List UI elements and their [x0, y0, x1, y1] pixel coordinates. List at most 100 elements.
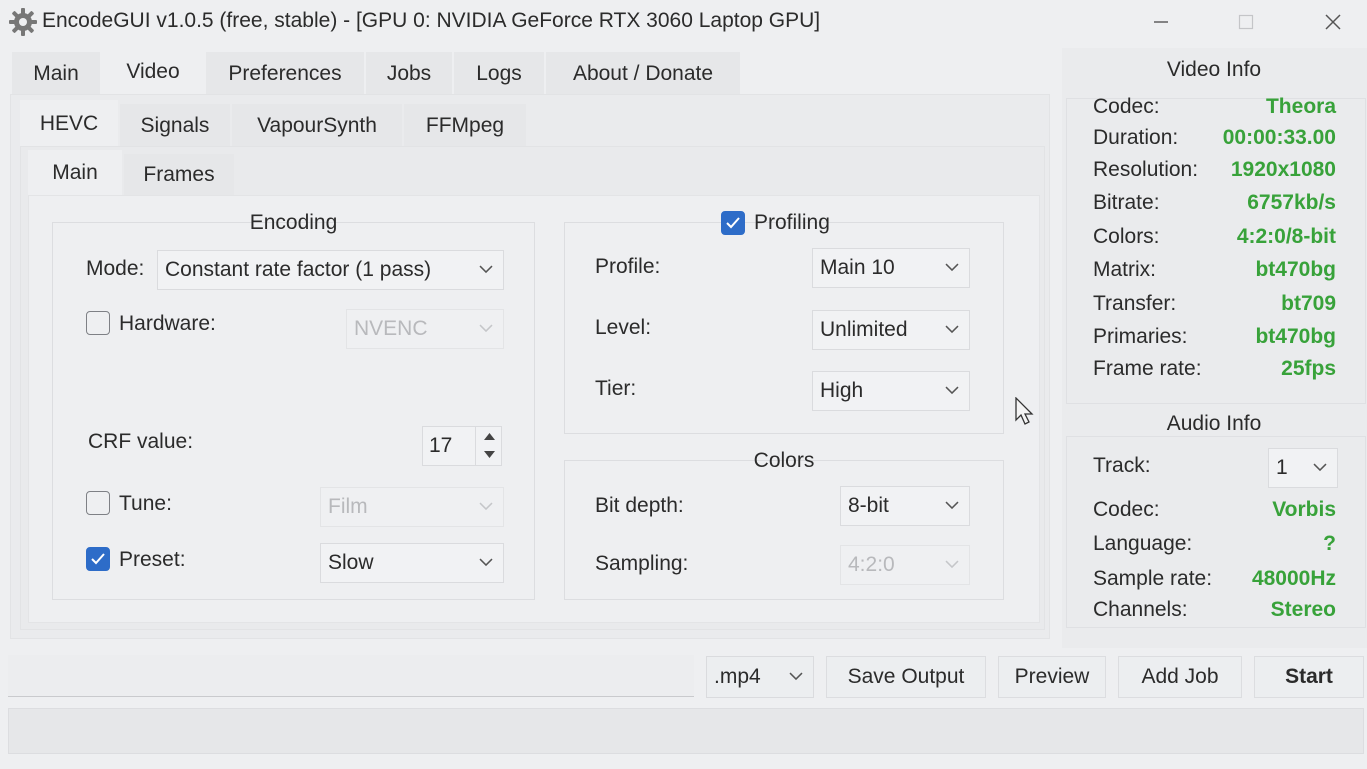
tab-jobs[interactable]: Jobs: [366, 52, 452, 96]
preview-button[interactable]: Preview: [998, 656, 1106, 698]
maximize-icon: [1238, 14, 1254, 30]
tab-preferences[interactable]: Preferences: [206, 52, 364, 96]
minimize-button[interactable]: [1131, 0, 1191, 44]
transfer-value: bt709: [1281, 292, 1336, 315]
frame-rate-label: Frame rate:: [1093, 357, 1202, 380]
tune-checkbox[interactable]: [86, 491, 110, 515]
tab-video[interactable]: Video: [102, 48, 204, 96]
preset-select[interactable]: Slow: [320, 543, 504, 583]
tab-logs[interactable]: Logs: [454, 52, 544, 96]
resolution-label: Resolution:: [1093, 158, 1199, 181]
mode-label: Mode:: [86, 257, 145, 280]
language-label: Language:: [1093, 532, 1193, 555]
primaries-value: bt470bg: [1255, 325, 1336, 348]
level-select-value: Unlimited: [820, 318, 908, 341]
maximize-button[interactable]: [1216, 0, 1276, 44]
crf-value: 17: [429, 434, 453, 457]
profiling-checkbox[interactable]: [721, 211, 745, 235]
window-title: EncodeGUI v1.0.5 (free, stable) - [GPU 0…: [42, 9, 821, 32]
duration-label: Duration:: [1093, 126, 1179, 149]
bitrate-label: Bitrate:: [1093, 191, 1160, 214]
duration-value: 00:00:33.00: [1222, 126, 1336, 149]
tab-signals[interactable]: Signals: [120, 104, 230, 148]
tab-frames[interactable]: Frames: [124, 154, 234, 196]
profiling-title: Profiling: [754, 211, 830, 234]
mode-select-value: Constant rate factor (1 pass): [165, 258, 432, 281]
chevron-down-icon: [479, 558, 493, 567]
sampling-label: Sampling:: [595, 552, 689, 575]
chevron-down-icon: [945, 263, 959, 272]
primaries-label: Primaries:: [1093, 325, 1188, 348]
close-icon: [1325, 14, 1341, 30]
tier-label: Tier:: [595, 377, 637, 400]
channels-label: Channels:: [1093, 598, 1188, 621]
bit-depth-label: Bit depth:: [595, 494, 684, 517]
tier-select[interactable]: High: [812, 371, 970, 411]
chevron-down-icon: [945, 560, 959, 569]
preset-label: Preset:: [119, 548, 186, 571]
colors-label: Colors:: [1093, 225, 1160, 248]
tune-select[interactable]: Film: [320, 487, 504, 527]
colors-value: 4:2:0/8-bit: [1236, 225, 1336, 248]
level-select[interactable]: Unlimited: [812, 310, 970, 350]
profile-select-value: Main 10: [820, 256, 895, 279]
extension-select-value: .mp4: [714, 665, 761, 688]
mode-select[interactable]: Constant rate factor (1 pass): [157, 250, 504, 290]
tab-vapoursynth[interactable]: VapourSynth: [232, 104, 402, 148]
sample-rate-value: 48000Hz: [1251, 567, 1336, 590]
chevron-down-icon: [479, 502, 493, 511]
frame-rate-value: 25fps: [1281, 357, 1336, 380]
track-select-value: 1: [1276, 456, 1288, 479]
status-bar: [8, 708, 1364, 754]
video-codec-value: Theora: [1265, 95, 1336, 118]
encoding-group-title: Encoding: [249, 211, 338, 234]
channels-value: Stereo: [1270, 598, 1336, 621]
checkmark-icon: [726, 217, 740, 229]
resolution-value: 1920x1080: [1230, 158, 1336, 181]
bit-depth-select-value: 8-bit: [848, 494, 889, 517]
chevron-down-icon: [479, 324, 493, 333]
audio-codec-label: Codec:: [1093, 498, 1160, 521]
bit-depth-select[interactable]: 8-bit: [840, 486, 970, 526]
tab-about-donate[interactable]: About / Donate: [546, 52, 740, 96]
tab-hevc[interactable]: HEVC: [20, 100, 118, 148]
gear-icon: [8, 7, 38, 37]
close-button[interactable]: [1303, 0, 1363, 44]
extension-select[interactable]: .mp4: [706, 656, 814, 698]
crf-label: CRF value:: [88, 430, 194, 453]
preset-checkbox[interactable]: [86, 547, 110, 571]
tab-main[interactable]: Main: [12, 52, 100, 96]
matrix-value: bt470bg: [1255, 258, 1336, 281]
sample-rate-label: Sample rate:: [1093, 567, 1213, 590]
chevron-down-icon: [945, 325, 959, 334]
save-output-button[interactable]: Save Output: [826, 656, 986, 698]
audio-info-title: Audio Info: [1166, 412, 1262, 435]
track-label: Track:: [1093, 454, 1151, 477]
tab-ffmpeg[interactable]: FFMpeg: [404, 104, 526, 148]
sampling-select[interactable]: 4:2:0: [840, 545, 970, 585]
tab-sub-main[interactable]: Main: [28, 150, 122, 196]
chevron-down-icon: [1313, 463, 1327, 472]
arrow-down-icon[interactable]: [484, 451, 495, 458]
chevron-down-icon: [945, 386, 959, 395]
transfer-label: Transfer:: [1093, 292, 1177, 315]
tune-label: Tune:: [119, 492, 172, 515]
crf-spinbox[interactable]: 17: [422, 426, 502, 466]
start-button[interactable]: Start: [1254, 656, 1364, 698]
arrow-up-icon[interactable]: [484, 433, 495, 440]
chevron-down-icon: [479, 265, 493, 274]
output-path-input[interactable]: [8, 655, 694, 697]
sampling-select-value: 4:2:0: [848, 553, 895, 576]
hardware-select[interactable]: NVENC: [346, 309, 504, 349]
crf-stepper[interactable]: [475, 427, 502, 465]
level-label: Level:: [595, 316, 652, 339]
bitrate-value: 6757kb/s: [1247, 191, 1336, 214]
profile-select[interactable]: Main 10: [812, 248, 970, 288]
track-select[interactable]: 1: [1268, 448, 1338, 488]
mouse-cursor-icon: [1015, 397, 1034, 425]
video-codec-label: Codec:: [1093, 95, 1160, 118]
video-info-title: Video Info: [1166, 58, 1262, 81]
hardware-checkbox[interactable]: [86, 311, 110, 335]
checkmark-icon: [91, 553, 105, 565]
add-job-button[interactable]: Add Job: [1118, 656, 1242, 698]
